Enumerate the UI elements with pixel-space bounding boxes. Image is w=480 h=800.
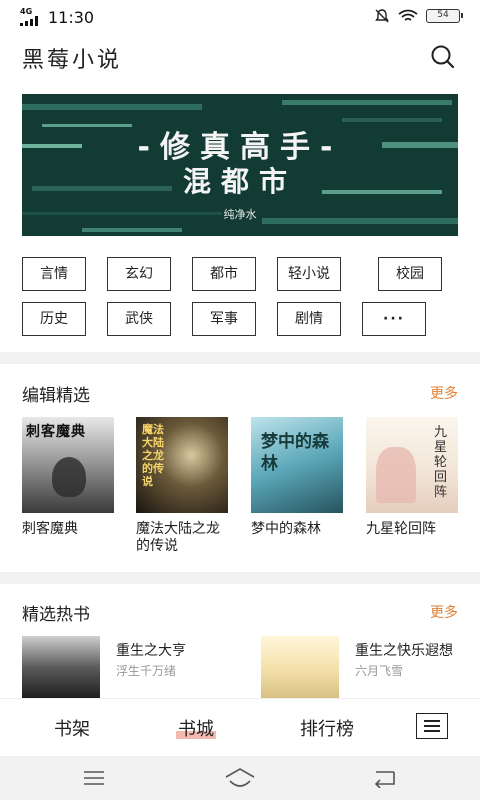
section-divider <box>0 572 480 584</box>
book-title: 重生之快乐遐想 <box>355 643 453 659</box>
book-title: 梦中的森林 <box>251 521 321 537</box>
menu-icon[interactable] <box>416 713 448 739</box>
section-divider <box>0 352 480 364</box>
book-cover: 九星轮回阵 <box>366 417 458 513</box>
book-card[interactable]: 梦中的森林 梦中的森林 <box>251 417 343 538</box>
network-type: 4G <box>20 7 33 16</box>
wifi-icon <box>398 9 418 21</box>
category-light-novel[interactable]: 轻小说 <box>277 257 341 291</box>
back-icon[interactable] <box>372 768 398 788</box>
book-cover <box>22 636 100 698</box>
category-campus[interactable]: 校园 <box>378 257 442 291</box>
status-bar: 4G 11:30 54 <box>0 0 480 34</box>
book-cover: 魔法大陆之龙的传说 <box>136 417 228 513</box>
book-title: 刺客魔典 <box>22 521 78 537</box>
tab-label: 书架 <box>54 719 90 740</box>
status-time: 11:30 <box>48 8 95 27</box>
book-card[interactable]: 九星轮回阵 九星轮回阵 <box>366 417 458 538</box>
system-navigation-bar <box>0 756 480 800</box>
app-title: 黑莓小说 <box>22 48 123 73</box>
hot-book-item[interactable]: 重生之大亨 浮生千万绪 <box>22 636 242 698</box>
banner-author: 纯净水 <box>223 208 257 221</box>
book-card[interactable]: 魔法大陆之龙的传说 魔法大陆之龙的传说 <box>136 417 228 555</box>
book-cover: 刺客魔典 <box>22 417 114 513</box>
book-cover: 梦中的森林 <box>251 417 343 513</box>
mute-icon <box>375 9 389 23</box>
category-history[interactable]: 历史 <box>22 302 86 336</box>
app-header: 黑莓小说 <box>0 34 480 82</box>
book-title: 重生之大亨 <box>116 643 186 659</box>
category-romance[interactable]: 言情 <box>22 257 86 291</box>
bottom-tab-bar: 书架 书城 排行榜 <box>0 698 480 756</box>
book-title: 魔法大陆之龙的传说 <box>136 521 220 554</box>
book-cover <box>261 636 339 698</box>
category-military[interactable]: 军事 <box>192 302 256 336</box>
book-cover-text: 刺客魔典 <box>26 424 86 440</box>
hot-book-item[interactable]: 重生之快乐遐想 六月飞雪 <box>261 636 471 698</box>
book-author: 六月飞雪 <box>355 664 404 678</box>
promo-banner[interactable]: -修真高手- 混都市 纯净水 <box>22 94 458 236</box>
battery-icon: 54 <box>426 9 463 23</box>
tab-label: 书城 <box>178 719 214 740</box>
category-more-button[interactable]: ··· <box>362 302 426 336</box>
home-icon[interactable] <box>224 767 256 789</box>
category-fantasy[interactable]: 玄幻 <box>107 257 171 291</box>
category-martial-arts[interactable]: 武侠 <box>107 302 171 336</box>
search-icon[interactable] <box>430 44 456 70</box>
book-author: 浮生千万绪 <box>116 664 177 678</box>
editor-picks-title: 编辑精选 <box>22 386 90 406</box>
category-urban[interactable]: 都市 <box>192 257 256 291</box>
book-cover-text: 魔法大陆之龙的传说 <box>142 423 164 488</box>
book-title: 九星轮回阵 <box>366 521 436 537</box>
book-cover-text: 九星轮回阵 <box>434 425 448 500</box>
book-card[interactable]: 刺客魔典 刺客魔典 <box>22 417 114 538</box>
banner-subtitle: 混都市 <box>182 165 297 198</box>
hot-books-more-link[interactable]: 更多 <box>430 602 458 622</box>
tab-bookstore[interactable]: 书城 <box>176 715 216 741</box>
category-drama[interactable]: 剧情 <box>277 302 341 336</box>
recent-apps-icon[interactable] <box>82 769 106 787</box>
editor-picks-more-link[interactable]: 更多 <box>430 383 458 403</box>
book-cover-text: 梦中的森林 <box>261 432 329 474</box>
tab-label: 排行榜 <box>300 719 354 740</box>
tab-ranking[interactable]: 排行榜 <box>300 715 354 741</box>
signal-icon <box>20 16 42 26</box>
tab-bookshelf[interactable]: 书架 <box>54 715 90 741</box>
hot-books-title: 精选热书 <box>22 605 90 625</box>
